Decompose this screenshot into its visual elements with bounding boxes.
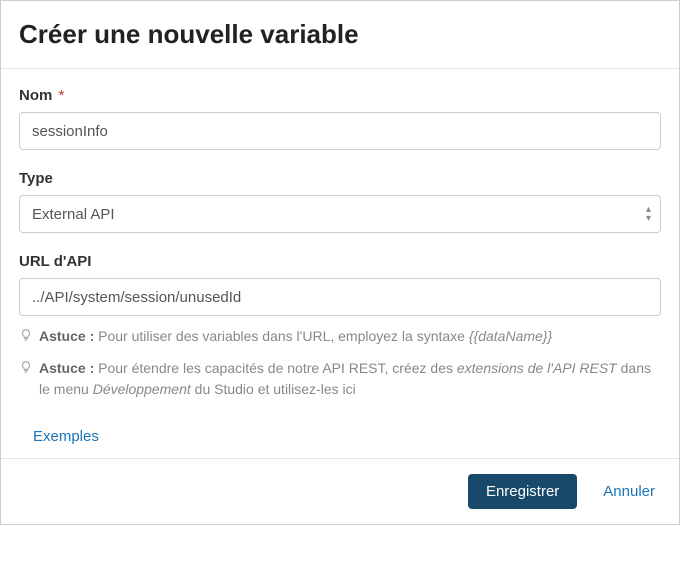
required-star: * [59,87,65,104]
tip-label-2: Astuce : [39,360,94,376]
name-label-text: Nom [19,87,52,104]
name-input[interactable] [19,112,661,150]
modal-header: Créer une nouvelle variable [1,1,679,69]
modal-footer: Enregistrer Annuler [1,458,679,524]
hint-text-1: Astuce : Pour utiliser des variables dan… [39,326,661,347]
modal-title: Créer une nouvelle variable [19,19,661,50]
tip-label-1: Astuce : [39,328,94,344]
hint2-a: Pour étendre les capacités de notre API … [98,360,457,376]
api-url-label: URL d'API [19,253,661,270]
hint1-text: Pour utiliser des variables dans l'URL, … [98,328,469,344]
hint2-em-b: Développement [93,381,191,397]
hint-line-2: Astuce : Pour étendre les capacités de n… [19,358,661,400]
hint2-c: du Studio et utilisez-les ici [191,381,356,397]
modal-body: Nom * Type External API ▴▾ URL d'API [1,69,679,458]
lightbulb-icon [19,327,33,348]
examples-link[interactable]: Exemples [33,428,99,445]
hint2-em-a: extensions de l'API REST [457,360,617,376]
cancel-button[interactable]: Annuler [597,474,661,509]
name-label: Nom * [19,87,661,104]
lightbulb-icon [19,359,33,380]
hint-line-1: Astuce : Pour utiliser des variables dan… [19,326,661,348]
type-label: Type [19,170,661,187]
form-group-type: Type External API ▴▾ [19,170,661,233]
save-button[interactable]: Enregistrer [468,474,577,509]
form-group-api-url: URL d'API [19,253,661,316]
create-variable-modal: Créer une nouvelle variable Nom * Type E… [0,0,680,525]
hint-block: Astuce : Pour utiliser des variables dan… [19,326,661,400]
type-select-wrapper: External API ▴▾ [19,195,661,233]
hint1-var: {{dataName}} [469,328,552,344]
hint-text-2: Astuce : Pour étendre les capacités de n… [39,358,661,400]
api-url-input[interactable] [19,278,661,316]
form-group-name: Nom * [19,87,661,150]
type-select[interactable]: External API [19,195,661,233]
